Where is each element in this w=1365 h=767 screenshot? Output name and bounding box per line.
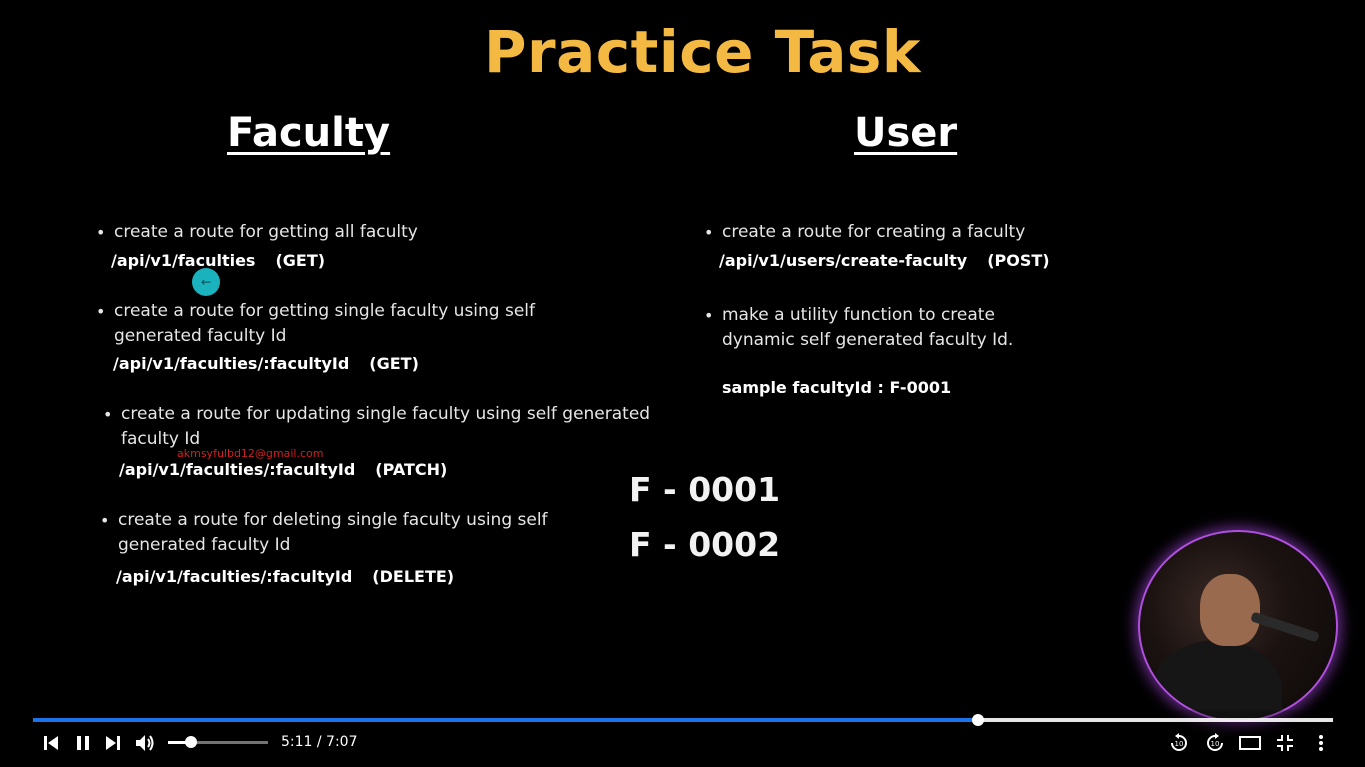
exit-fullscreen-button[interactable] (1274, 732, 1296, 754)
user-item-1-text: • create a route for creating a faculty (704, 222, 1026, 242)
svg-text:10: 10 (1211, 740, 1220, 748)
video-frame[interactable]: Practice Task Faculty User • create a rou… (0, 0, 1365, 722)
next-icon (106, 736, 120, 750)
cursor-highlight-icon: ← (192, 268, 220, 296)
more-vertical-icon (1319, 735, 1323, 751)
rewind-10-button[interactable]: 10 (1168, 732, 1190, 754)
user-sample-id: sample facultyId : F-0001 (722, 378, 952, 397)
time-display: 5:11 / 7:07 (281, 734, 358, 750)
volume-button[interactable] (133, 732, 157, 754)
exit-fullscreen-icon (1277, 735, 1293, 751)
previous-icon (44, 736, 58, 750)
faculty-item-1-route: /api/v1/faculties (GET) (111, 251, 326, 270)
faculty-item-3-route: /api/v1/faculties/:facultyId (PATCH) (119, 460, 448, 479)
user-item-2-text: • make a utility function to create dynami… (704, 305, 1014, 350)
email-watermark: akmsyfulbd12@gmail.com (177, 447, 324, 460)
previous-button[interactable] (40, 732, 62, 754)
faculty-item-4-text: • create a route for deleting single facu… (100, 510, 548, 555)
webcam-overlay (1138, 530, 1338, 722)
volume-icon (136, 735, 154, 751)
faculty-item-2-route: /api/v1/faculties/:facultyId (GET) (113, 354, 419, 373)
forward-10-button[interactable]: 10 (1204, 732, 1226, 754)
user-item-1-route: /api/v1/users/create-faculty (POST) (719, 251, 1050, 270)
svg-text:10: 10 (1175, 740, 1184, 748)
slide-title: Practice Task (484, 18, 921, 86)
example-id-2: F - 0002 (629, 525, 781, 564)
faculty-heading: Faculty (227, 110, 391, 156)
forward-10-icon: 10 (1207, 733, 1223, 751)
more-options-button[interactable] (1312, 732, 1330, 754)
example-id-1: F - 0001 (629, 470, 781, 509)
volume-slider-knob[interactable] (185, 736, 197, 748)
pause-icon (77, 736, 89, 750)
user-heading: User (854, 110, 958, 156)
next-button[interactable] (102, 732, 124, 754)
theater-mode-icon (1239, 736, 1261, 750)
faculty-item-1-text: • create a route for getting all faculty (96, 222, 418, 242)
faculty-item-4-route: /api/v1/faculties/:facultyId (DELETE) (116, 567, 455, 586)
presenter-head (1200, 574, 1260, 646)
progress-played (33, 718, 979, 722)
pause-button[interactable] (72, 732, 94, 754)
rewind-10-icon: 10 (1171, 733, 1187, 751)
microphone-icon (1250, 611, 1320, 643)
progress-scrubber[interactable] (972, 714, 985, 726)
faculty-item-2-text: • create a route for getting single facul… (96, 301, 536, 346)
theater-mode-button[interactable] (1238, 732, 1262, 754)
faculty-item-3-text: • create a route for updating single facu… (103, 404, 651, 449)
